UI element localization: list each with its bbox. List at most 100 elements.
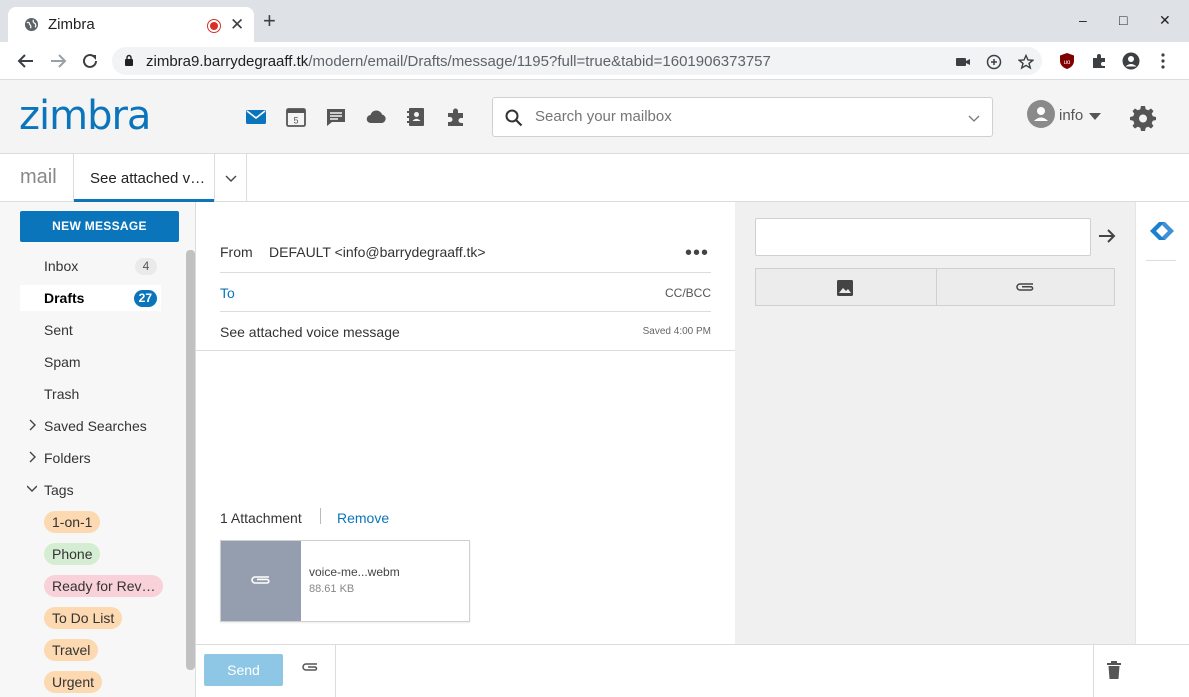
- integrations-strip: [1135, 202, 1189, 644]
- camera-icon[interactable]: [955, 54, 971, 70]
- message-body-editor[interactable]: [196, 351, 735, 501]
- sidebar-item-folders[interactable]: Folders: [20, 445, 180, 471]
- subject-row: See attached voice message Saved 4:00 PM: [220, 312, 711, 350]
- from-select[interactable]: DEFAULT <info@barrydegraaff.tk>: [269, 244, 486, 260]
- window-maximize-button[interactable]: □: [1119, 12, 1127, 28]
- tag-item[interactable]: Phone: [44, 543, 101, 565]
- ublock-extension-icon[interactable]: uo: [1058, 52, 1076, 70]
- account-name[interactable]: info: [1059, 107, 1083, 124]
- puzzle-icon[interactable]: [445, 106, 467, 128]
- send-button[interactable]: Send: [204, 654, 283, 686]
- sidebar-item-inbox[interactable]: Inbox 4: [20, 253, 161, 279]
- window-minimize-button[interactable]: –: [1079, 12, 1087, 28]
- new-message-button[interactable]: NEW MESSAGE: [20, 211, 179, 242]
- mail-icon[interactable]: [245, 106, 267, 128]
- sidebar-scrollbar[interactable]: [186, 250, 195, 670]
- tag-item[interactable]: 1-on-1: [44, 511, 101, 533]
- contacts-icon[interactable]: [405, 106, 427, 128]
- zimlet-link-icon[interactable]: [1148, 220, 1176, 242]
- search-input[interactable]: [535, 108, 955, 125]
- reload-icon[interactable]: [80, 51, 100, 71]
- address-bar[interactable]: zimbra9.barrydegraaff.tk/modern/email/Dr…: [112, 47, 1042, 75]
- folder-label: Inbox: [44, 258, 79, 274]
- compose-footer: Send: [196, 644, 1189, 697]
- insert-button-group: [755, 268, 1115, 306]
- account-caret-icon[interactable]: [1089, 113, 1101, 120]
- url-text: zimbra9.barrydegraaff.tk/modern/email/Dr…: [146, 53, 771, 70]
- user-icon: [1034, 107, 1048, 121]
- paperclip-icon: [251, 576, 270, 584]
- app-header: zimbra 5 info: [0, 80, 1189, 154]
- remove-attachments-link[interactable]: Remove: [337, 510, 389, 526]
- tab-draft-message[interactable]: See attached v…: [74, 154, 214, 202]
- unread-count-badge: 4: [135, 258, 157, 275]
- sidebar-item-saved-searches[interactable]: Saved Searches: [20, 413, 180, 439]
- tree-label: Folders: [44, 450, 91, 466]
- sidebar-item-sent[interactable]: Sent: [20, 317, 161, 343]
- browser-tab[interactable]: Zimbra ✕: [8, 7, 254, 42]
- forward-arrow-icon[interactable]: [48, 51, 68, 71]
- section-title[interactable]: mail: [20, 166, 57, 189]
- browser-toolbar: zimbra9.barrydegraaff.tk/modern/email/Dr…: [0, 42, 1189, 80]
- paperclip-icon[interactable]: [301, 661, 321, 673]
- attach-file-button[interactable]: [936, 269, 1116, 305]
- puzzle-extension-icon[interactable]: [1090, 52, 1108, 70]
- trash-icon[interactable]: [1106, 660, 1122, 680]
- attachment-card[interactable]: voice-me...webm 88.61 KB: [220, 540, 470, 622]
- kebab-menu-icon[interactable]: [1154, 52, 1172, 70]
- search-icon: [505, 109, 523, 127]
- tag-item[interactable]: Urgent: [44, 671, 103, 693]
- search-box[interactable]: [492, 97, 993, 137]
- calendar-day: 5: [293, 116, 298, 126]
- back-arrow-icon[interactable]: [16, 51, 36, 71]
- sidebar-item-trash[interactable]: Trash: [20, 381, 161, 407]
- chevron-right-icon[interactable]: [27, 419, 37, 431]
- chevron-down-icon[interactable]: [27, 483, 37, 495]
- chat-icon[interactable]: [325, 106, 347, 128]
- tree-label: Saved Searches: [44, 418, 147, 434]
- tab-dropdown-button[interactable]: [215, 154, 247, 202]
- chevron-right-icon[interactable]: [27, 451, 37, 463]
- to-field[interactable]: To: [220, 285, 235, 301]
- zoom-plus-icon[interactable]: [986, 54, 1002, 70]
- lock-icon: [125, 54, 133, 66]
- chevron-down-icon: [225, 175, 237, 182]
- tag-item[interactable]: To Do List: [44, 607, 123, 629]
- avatar[interactable]: [1027, 100, 1055, 128]
- new-tab-button[interactable]: +: [263, 10, 276, 32]
- zimbra-logo[interactable]: zimbra: [19, 93, 151, 139]
- to-row: To CC/BCC: [220, 273, 711, 312]
- browser-tabstrip: Zimbra ✕ + – □ ✕: [0, 0, 1189, 42]
- window-close-button[interactable]: ✕: [1159, 12, 1171, 29]
- more-options-button[interactable]: •••: [685, 243, 709, 263]
- tab-draft-label: See attached v…: [90, 170, 206, 187]
- attachment-size: 88.61 KB: [309, 583, 355, 595]
- compose-pane: From DEFAULT <info@barrydegraaff.tk> •••…: [196, 202, 735, 644]
- divider: [320, 508, 321, 524]
- cc-bcc-button[interactable]: CC/BCC: [665, 286, 711, 300]
- attachment-thumbnail: [221, 541, 301, 621]
- right-panel: [735, 202, 1135, 644]
- gear-icon[interactable]: [1130, 105, 1156, 131]
- bookmark-star-icon[interactable]: [1018, 54, 1034, 70]
- profile-icon[interactable]: [1122, 52, 1140, 70]
- arrow-right-icon[interactable]: [1097, 227, 1117, 245]
- insert-image-button[interactable]: [756, 269, 936, 305]
- calendar-icon[interactable]: 5: [285, 106, 307, 128]
- recording-indicator-icon: [208, 20, 220, 32]
- url-path: /modern/email/Drafts/message/1195?full=t…: [308, 53, 771, 70]
- tag-item[interactable]: Travel: [44, 639, 99, 661]
- url-input[interactable]: [755, 218, 1091, 256]
- tag-item[interactable]: Ready for Rev…: [44, 575, 164, 597]
- tab-close-icon[interactable]: ✕: [230, 15, 244, 35]
- sidebar-item-drafts[interactable]: Drafts 27: [20, 285, 161, 311]
- image-icon: [837, 280, 853, 296]
- folder-label: Spam: [44, 354, 81, 370]
- folder-label: Trash: [44, 386, 80, 402]
- app-tab-row: mail See attached v…: [0, 154, 1189, 202]
- chevron-down-icon[interactable]: [968, 112, 980, 124]
- subject-field[interactable]: See attached voice message: [220, 324, 400, 340]
- sidebar-item-spam[interactable]: Spam: [20, 349, 161, 375]
- sidebar-item-tags[interactable]: Tags: [20, 477, 180, 503]
- cloud-icon[interactable]: [365, 106, 387, 128]
